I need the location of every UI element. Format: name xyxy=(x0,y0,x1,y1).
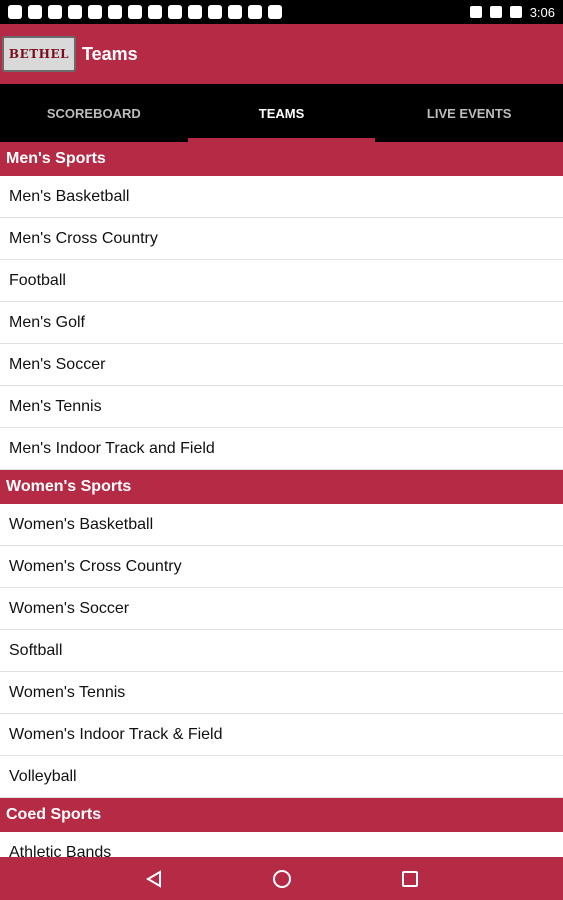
list-item[interactable]: Women's Tennis xyxy=(0,672,563,714)
play-icon xyxy=(248,5,262,19)
recents-square-icon xyxy=(401,870,418,887)
list-item[interactable]: Athletic Bands xyxy=(0,832,563,857)
list-item[interactable]: Men's Basketball xyxy=(0,176,563,218)
section-header-womens: Women's Sports xyxy=(0,470,563,504)
shield-icon xyxy=(8,5,22,19)
tab-live-events[interactable]: LIVE EVENTS xyxy=(375,84,563,142)
grid-icon xyxy=(208,5,222,19)
list-item[interactable]: Football xyxy=(0,260,563,302)
status-bar: 3:06 xyxy=(0,0,563,24)
list-item[interactable]: Men's Tennis xyxy=(0,386,563,428)
list-item[interactable]: Women's Soccer xyxy=(0,588,563,630)
notification-icons xyxy=(8,5,282,19)
system-indicators: 3:06 xyxy=(469,4,555,20)
bethel-logo: BETHEL xyxy=(2,36,76,72)
back-triangle-icon xyxy=(145,869,161,888)
list-item[interactable]: Volleyball xyxy=(0,756,563,798)
home-button[interactable] xyxy=(266,863,298,895)
tab-bar: SCOREBOARD TEAMS LIVE EVENTS xyxy=(0,84,563,142)
teams-list[interactable]: Men's Sports Men's Basketball Men's Cros… xyxy=(0,142,563,857)
logo-text: BETHEL xyxy=(8,47,70,61)
shield-icon xyxy=(28,5,42,19)
grid-icon xyxy=(188,5,202,19)
document-icon xyxy=(68,5,82,19)
grid-icon xyxy=(168,5,182,19)
list-item[interactable]: Men's Cross Country xyxy=(0,218,563,260)
recents-button[interactable] xyxy=(394,863,426,895)
list-item[interactable]: Women's Cross Country xyxy=(0,546,563,588)
section-header-coed: Coed Sports xyxy=(0,798,563,832)
wifi-icon xyxy=(489,6,502,18)
section-header-mens: Men's Sports xyxy=(0,142,563,176)
shield-icon xyxy=(48,5,62,19)
tab-teams[interactable]: TEAMS xyxy=(187,84,376,142)
tab-scoreboard[interactable]: SCOREBOARD xyxy=(0,84,188,142)
clock: 3:06 xyxy=(529,4,555,20)
grid-icon xyxy=(148,5,162,19)
android-icon xyxy=(268,5,282,19)
play-icon xyxy=(128,5,142,19)
list-item[interactable]: Women's Basketball xyxy=(0,504,563,546)
list-item[interactable]: Men's Soccer xyxy=(0,344,563,386)
home-circle-icon xyxy=(272,869,291,888)
grid-icon xyxy=(108,5,122,19)
battery-icon xyxy=(509,6,522,18)
back-button[interactable] xyxy=(138,863,170,895)
page-title: Teams xyxy=(82,43,138,64)
bluetooth-icon xyxy=(469,6,482,18)
list-item[interactable]: Women's Indoor Track & Field xyxy=(0,714,563,756)
grid-icon xyxy=(88,5,102,19)
system-nav-bar xyxy=(0,857,563,900)
list-item[interactable]: Men's Golf xyxy=(0,302,563,344)
check-icon xyxy=(228,5,242,19)
app-bar: BETHEL Teams xyxy=(0,24,563,84)
list-item[interactable]: Softball xyxy=(0,630,563,672)
list-item[interactable]: Men's Indoor Track and Field xyxy=(0,428,563,470)
